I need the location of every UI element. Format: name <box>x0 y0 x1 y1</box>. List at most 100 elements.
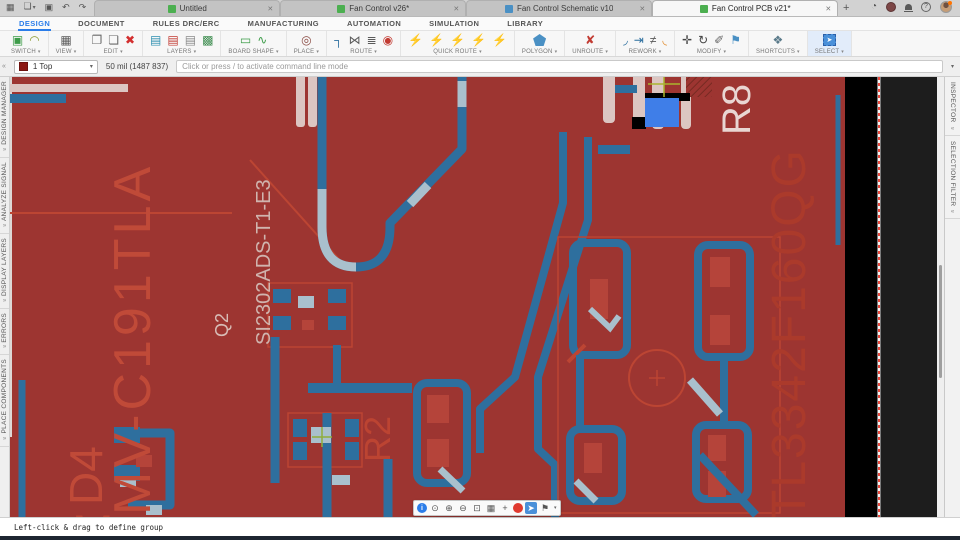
silkscreen-label-q2[interactable]: Q2 <box>212 313 232 337</box>
pad-highlight[interactable] <box>311 427 331 443</box>
toolbar-group-label[interactable]: POLYGON▾ <box>522 49 557 55</box>
teardrop-icon[interactable]: ◟ <box>662 34 667 47</box>
pad[interactable] <box>328 289 346 303</box>
collapse-panel-icon[interactable]: « <box>2 63 6 70</box>
push-trace-icon[interactable]: ⇥ <box>634 34 644 47</box>
tune-length-icon[interactable]: ≠ <box>650 34 657 47</box>
silkscreen-label-r1[interactable]: R1 <box>282 509 346 517</box>
box-select-icon[interactable]: ➤ <box>823 34 836 46</box>
menu-item-simulation[interactable]: SIMULATION <box>428 17 480 30</box>
new-file-icon[interactable]: ❏▾ <box>24 1 36 13</box>
app-grid-icon[interactable]: ▦ <box>6 2 15 12</box>
origin-flag-icon[interactable]: ⚑ <box>539 502 551 514</box>
crosshair-icon[interactable]: + <box>499 502 511 514</box>
toolbar-group-label[interactable]: ROUTE▾ <box>350 49 377 55</box>
silkscreen-label-tl3342f160qg[interactable]: TL3342F160QG <box>763 148 816 517</box>
redo-icon[interactable]: ↷ <box>79 2 87 12</box>
toolbar-group-label[interactable]: REWORK▾ <box>629 49 662 55</box>
toolbar-group-label[interactable]: UNROUTE▾ <box>572 49 608 55</box>
zoom-fit-icon[interactable]: ⊡ <box>471 502 483 514</box>
rotate-icon[interactable]: ↻ <box>698 34 708 47</box>
sidebar-item-design-manager[interactable]: DESIGN MANAGER» <box>0 77 9 158</box>
document-tab-1[interactable]: Fan Control v26*✕ <box>280 0 466 16</box>
menu-item-document[interactable]: DOCUMENT <box>77 17 126 30</box>
save-icon[interactable]: ▣ <box>45 2 54 12</box>
layer-all-icon[interactable]: ▤ <box>185 34 196 47</box>
silkscreen-label-r2[interactable]: R2 <box>357 416 398 462</box>
pcb-view-icon[interactable]: ▣ <box>12 34 23 47</box>
menu-item-automation[interactable]: AUTOMATION <box>346 17 402 30</box>
pad[interactable] <box>710 257 730 287</box>
quick-route-component-icon[interactable]: ⚡ <box>450 34 465 47</box>
close-icon[interactable]: ✕ <box>453 5 459 13</box>
trace[interactable] <box>598 145 630 154</box>
quick-route-all-icon[interactable]: ⚡ <box>492 34 507 47</box>
command-options-caret[interactable]: ▾ <box>951 63 954 70</box>
new-tab-button[interactable]: + <box>838 0 854 16</box>
grid-toggle-icon[interactable]: ▦ <box>485 502 497 514</box>
close-icon[interactable]: ✕ <box>639 5 645 13</box>
toolbar-group-label[interactable]: SWITCH▾ <box>11 49 41 55</box>
diff-pair-route-icon[interactable]: ⋈ <box>349 34 361 47</box>
toolbar-group-label[interactable]: BOARD SHAPE▾ <box>228 49 278 55</box>
pad-highlight[interactable] <box>332 475 350 485</box>
trace[interactable] <box>615 85 637 93</box>
panel-tab-inspector[interactable]: INSPECTOR« <box>945 77 960 136</box>
pcb-canvas[interactable]: MV-C191TLAD4Q2SI2302ADS-T1-E3R2R8TL3342F… <box>10 77 944 517</box>
community-icon[interactable] <box>886 2 896 12</box>
pad[interactable] <box>302 320 314 330</box>
menu-item-library[interactable]: LIBRARY <box>506 17 544 30</box>
silkscreen-label-si2302ads-t1-e3[interactable]: SI2302ADS-T1-E3 <box>253 179 275 345</box>
trace[interactable] <box>10 94 66 103</box>
pad[interactable] <box>328 316 346 330</box>
sidebar-item-errors[interactable]: ERRORS» <box>0 309 9 356</box>
pad[interactable] <box>273 316 291 330</box>
pad[interactable] <box>427 395 449 423</box>
single-route-icon[interactable]: ┐ <box>334 34 343 47</box>
menu-item-design[interactable]: DESIGN <box>18 17 51 30</box>
zoom-in-icon[interactable]: ⊕ <box>443 502 455 514</box>
properties-icon[interactable]: ✐ <box>714 34 724 47</box>
document-tab-0[interactable]: Untitled✕ <box>94 0 280 16</box>
pale-pad[interactable] <box>296 77 305 127</box>
quick-route-net-icon[interactable]: ⚡ <box>408 34 423 47</box>
pad[interactable] <box>584 443 602 473</box>
drill-region[interactable] <box>632 117 646 129</box>
unroute-icon[interactable]: ✘ <box>585 34 595 47</box>
menu-item-manufacturing[interactable]: MANUFACTURING <box>247 17 320 30</box>
sidebar-item-analyze-signal[interactable]: ANALYZE SIGNAL» <box>0 158 9 234</box>
info-icon[interactable]: i <box>417 503 427 513</box>
layer-manager-icon[interactable]: ▩ <box>202 34 213 47</box>
pad[interactable] <box>710 315 730 345</box>
toolbar-group-label[interactable]: VIEW▾ <box>56 49 77 55</box>
silkscreen-label-mv-c191tla[interactable]: MV-C191TLA <box>104 163 162 515</box>
toolbar-group-label[interactable]: LAYERS▾ <box>167 49 196 55</box>
active-layer-select[interactable]: 1 Top ▾ <box>14 60 98 74</box>
pale-pad[interactable] <box>603 77 615 123</box>
board-outline-icon[interactable]: ▭ <box>240 34 251 47</box>
pcb-canvas-area[interactable]: MV-C191TLAD4Q2SI2302ADS-T1-E3R2R8TL3342F… <box>10 77 944 517</box>
via-stitch-icon[interactable]: ◉ <box>383 34 393 47</box>
toolbar-group-label[interactable]: SHORTCUTS▾ <box>756 49 800 55</box>
eye-icon[interactable]: ⊙ <box>429 502 441 514</box>
silkscreen-label-m[interactable]: M <box>72 505 114 517</box>
close-icon[interactable]: ✕ <box>825 5 831 13</box>
history-icon[interactable]: ◔ <box>871 1 877 12</box>
toolbar-group-label[interactable]: MODIFY▾ <box>697 49 726 55</box>
menu-item-rules-drc-erc[interactable]: RULES DRC/ERC <box>152 17 221 30</box>
pad[interactable] <box>293 419 307 437</box>
toolbar-group-label[interactable]: QUICK ROUTE▾ <box>433 49 482 55</box>
sidebar-item-place-components[interactable]: PLACE COMPONENTS» <box>0 355 9 447</box>
toolbar-group-label[interactable]: SELECT▾ <box>815 49 844 55</box>
close-icon[interactable]: ✕ <box>267 5 273 13</box>
quick-route-connection-icon[interactable]: ⚡ <box>429 34 444 47</box>
pad-icon[interactable]: ◎ <box>301 34 311 47</box>
pad[interactable] <box>427 439 449 467</box>
silkscreen-label-r8[interactable]: R8 <box>715 84 759 135</box>
toolbar-group-label[interactable]: EDIT▾ <box>104 49 123 55</box>
vertical-scrollbar-thumb[interactable] <box>939 265 942 378</box>
flag-icon[interactable]: ⚑ <box>730 34 741 47</box>
sidebar-item-display-layers[interactable]: DISPLAY LAYERS» <box>0 234 9 309</box>
pad-highlight[interactable] <box>298 296 314 308</box>
selected-component[interactable] <box>645 98 679 127</box>
